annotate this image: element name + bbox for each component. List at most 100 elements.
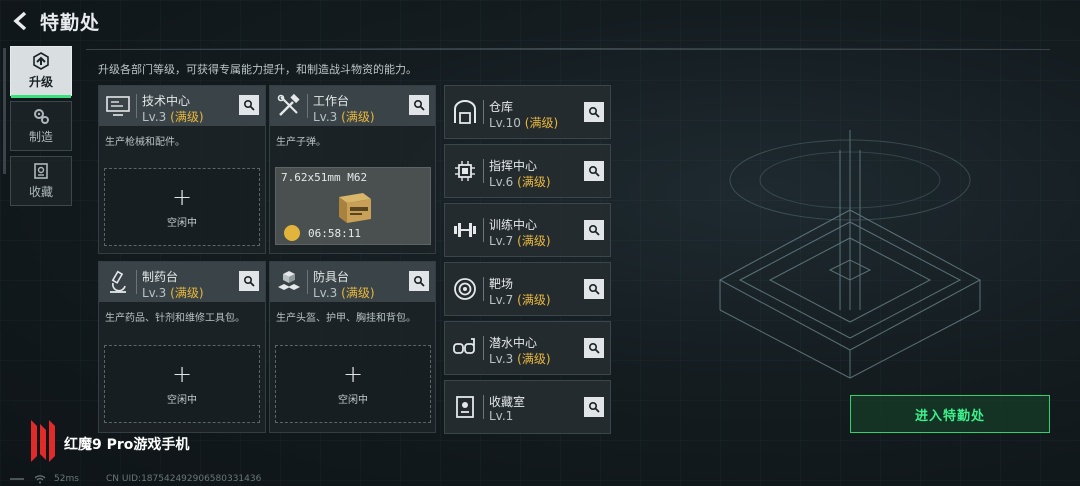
search-icon bbox=[243, 99, 255, 111]
row-level: Lv.10 (满级) bbox=[489, 114, 558, 131]
inspect-button[interactable] bbox=[584, 397, 604, 417]
tools-icon bbox=[277, 93, 300, 116]
gears-icon bbox=[34, 109, 49, 124]
card-level: Lv.3 (满级) bbox=[142, 108, 204, 125]
nav-item-collection[interactable]: 收藏 bbox=[10, 156, 72, 206]
inspect-button[interactable] bbox=[409, 271, 429, 291]
max-level-badge: (满级) bbox=[170, 110, 204, 124]
nav-item-label: 收藏 bbox=[28, 185, 53, 199]
inspect-button[interactable] bbox=[584, 102, 604, 122]
nav-item-crafting[interactable]: 制造 bbox=[10, 101, 72, 151]
row-separator bbox=[483, 395, 484, 419]
header-separator bbox=[136, 270, 137, 294]
nav-item-upgrade[interactable]: 升级 bbox=[10, 46, 72, 98]
row-level: Lv.1 bbox=[489, 409, 513, 423]
card-header: 制药台 Lv.3 (满级) bbox=[99, 262, 265, 302]
production-item-name: 7.62x51mm M62 bbox=[281, 171, 368, 184]
facility-row-diving-center[interactable]: 潜水中心 Lv.3 (满级) bbox=[444, 321, 611, 375]
row-title: 训练中心 bbox=[489, 218, 538, 232]
wifi-icon bbox=[34, 475, 46, 484]
search-icon bbox=[588, 401, 600, 413]
nav-scroll-track bbox=[3, 48, 6, 174]
user-uid: CN UID:187542492906580331436 bbox=[106, 474, 262, 484]
level-value: Lv.7 bbox=[489, 293, 514, 307]
card-description: 生产枪械和配件。 bbox=[105, 137, 185, 148]
production-slot-empty[interactable]: + 空闲中 bbox=[104, 345, 260, 423]
search-icon bbox=[588, 342, 600, 354]
level-value: Lv.3 bbox=[313, 286, 338, 300]
device-watermark: 红魔9 Pro游戏手机 bbox=[64, 437, 190, 453]
card-pharmacy: 制药台 Lv.3 (满级) 生产药品、针剂和维修工具包。 + 空闲中 bbox=[98, 261, 266, 433]
top-bar: 特勤处 bbox=[0, 0, 1080, 44]
max-level-badge: (满级) bbox=[524, 116, 559, 130]
row-body: 训练中心 Lv.7 (满级) bbox=[445, 204, 610, 256]
row-separator bbox=[483, 218, 484, 242]
card-description: 生产子弹。 bbox=[276, 137, 326, 148]
production-slot-empty[interactable]: + 空闲中 bbox=[104, 168, 260, 246]
header-separator bbox=[307, 94, 308, 118]
card-header: 工作台 Lv.3 (满级) bbox=[270, 86, 435, 126]
search-icon bbox=[588, 283, 600, 295]
card-description: 生产头盔、护甲、胸挂和背包。 bbox=[276, 313, 416, 324]
production-slot-empty[interactable]: + 空闲中 bbox=[275, 345, 431, 423]
facility-row-command-center[interactable]: 指挥中心 Lv.6 (满级) bbox=[444, 144, 611, 198]
row-separator bbox=[483, 277, 484, 301]
search-icon bbox=[588, 224, 600, 236]
slot-status: 空闲中 bbox=[167, 394, 197, 406]
inspect-button[interactable] bbox=[239, 271, 259, 291]
inspect-button[interactable] bbox=[584, 220, 604, 240]
add-icon: + bbox=[342, 359, 364, 388]
row-separator bbox=[483, 100, 484, 124]
inspect-button[interactable] bbox=[584, 161, 604, 181]
header-separator bbox=[307, 270, 308, 294]
production-slot-active[interactable]: 7.62x51mm M62 06:58:11 bbox=[275, 167, 431, 245]
search-icon bbox=[243, 275, 255, 287]
max-level-badge: (满级) bbox=[517, 234, 551, 248]
cubes-icon bbox=[278, 271, 300, 290]
facility-row-shooting-range[interactable]: 靶场 Lv.7 (满级) bbox=[444, 262, 611, 316]
search-icon bbox=[588, 165, 600, 177]
max-level-badge: (满级) bbox=[517, 175, 551, 189]
card-level: Lv.3 (满级) bbox=[142, 284, 204, 301]
target-icon bbox=[454, 278, 476, 300]
card-level: Lv.3 (满级) bbox=[313, 108, 375, 125]
facility-row-collection-room[interactable]: 收藏室 Lv.1 bbox=[444, 380, 611, 434]
row-body: 收藏室 Lv.1 bbox=[445, 381, 610, 433]
row-body: 仓库 Lv.10 (满级) bbox=[445, 86, 610, 138]
row-level: Lv.7 (满级) bbox=[489, 291, 551, 308]
row-level: Lv.3 (满级) bbox=[489, 350, 551, 367]
back-arrow-icon[interactable] bbox=[10, 10, 32, 32]
production-timer: 06:58:11 bbox=[308, 227, 361, 240]
level-value: Lv.3 bbox=[142, 286, 167, 300]
inspect-button[interactable] bbox=[584, 279, 604, 299]
timer-icon bbox=[284, 225, 300, 241]
max-level-badge: (满级) bbox=[341, 286, 375, 300]
inspect-button[interactable] bbox=[584, 338, 604, 358]
level-value: Lv.3 bbox=[489, 352, 514, 366]
slot-status: 空闲中 bbox=[167, 217, 197, 229]
search-icon bbox=[588, 106, 600, 118]
card-title: 技术中心 bbox=[142, 94, 191, 108]
upgrade-icon bbox=[33, 52, 49, 70]
footer-bar bbox=[10, 478, 24, 480]
row-title: 潜水中心 bbox=[489, 336, 538, 350]
inspect-button[interactable] bbox=[239, 95, 259, 115]
ammo-box-icon bbox=[339, 193, 371, 223]
card-header: 技术中心 Lv.3 (满级) bbox=[99, 86, 265, 126]
diving-mask-icon bbox=[453, 338, 475, 354]
side-nav: 升级 制造 收藏 bbox=[0, 44, 80, 214]
row-title: 收藏室 bbox=[489, 395, 526, 409]
card-title: 制药台 bbox=[142, 270, 179, 284]
row-body: 靶场 Lv.7 (满级) bbox=[445, 263, 610, 315]
max-level-badge: (满级) bbox=[517, 352, 551, 366]
level-value: Lv.1 bbox=[489, 409, 514, 423]
row-body: 潜水中心 Lv.3 (满级) bbox=[445, 322, 610, 374]
base-illustration bbox=[718, 130, 982, 379]
row-title: 靶场 bbox=[489, 277, 514, 291]
dumbbell-icon bbox=[454, 223, 476, 237]
facility-row-training-center[interactable]: 训练中心 Lv.7 (满级) bbox=[444, 203, 611, 257]
row-title: 指挥中心 bbox=[489, 159, 538, 173]
facility-row-warehouse[interactable]: 仓库 Lv.10 (满级) bbox=[444, 85, 611, 139]
inspect-button[interactable] bbox=[409, 95, 429, 115]
enter-special-ops-button[interactable]: 进入特勤处 bbox=[850, 395, 1050, 433]
